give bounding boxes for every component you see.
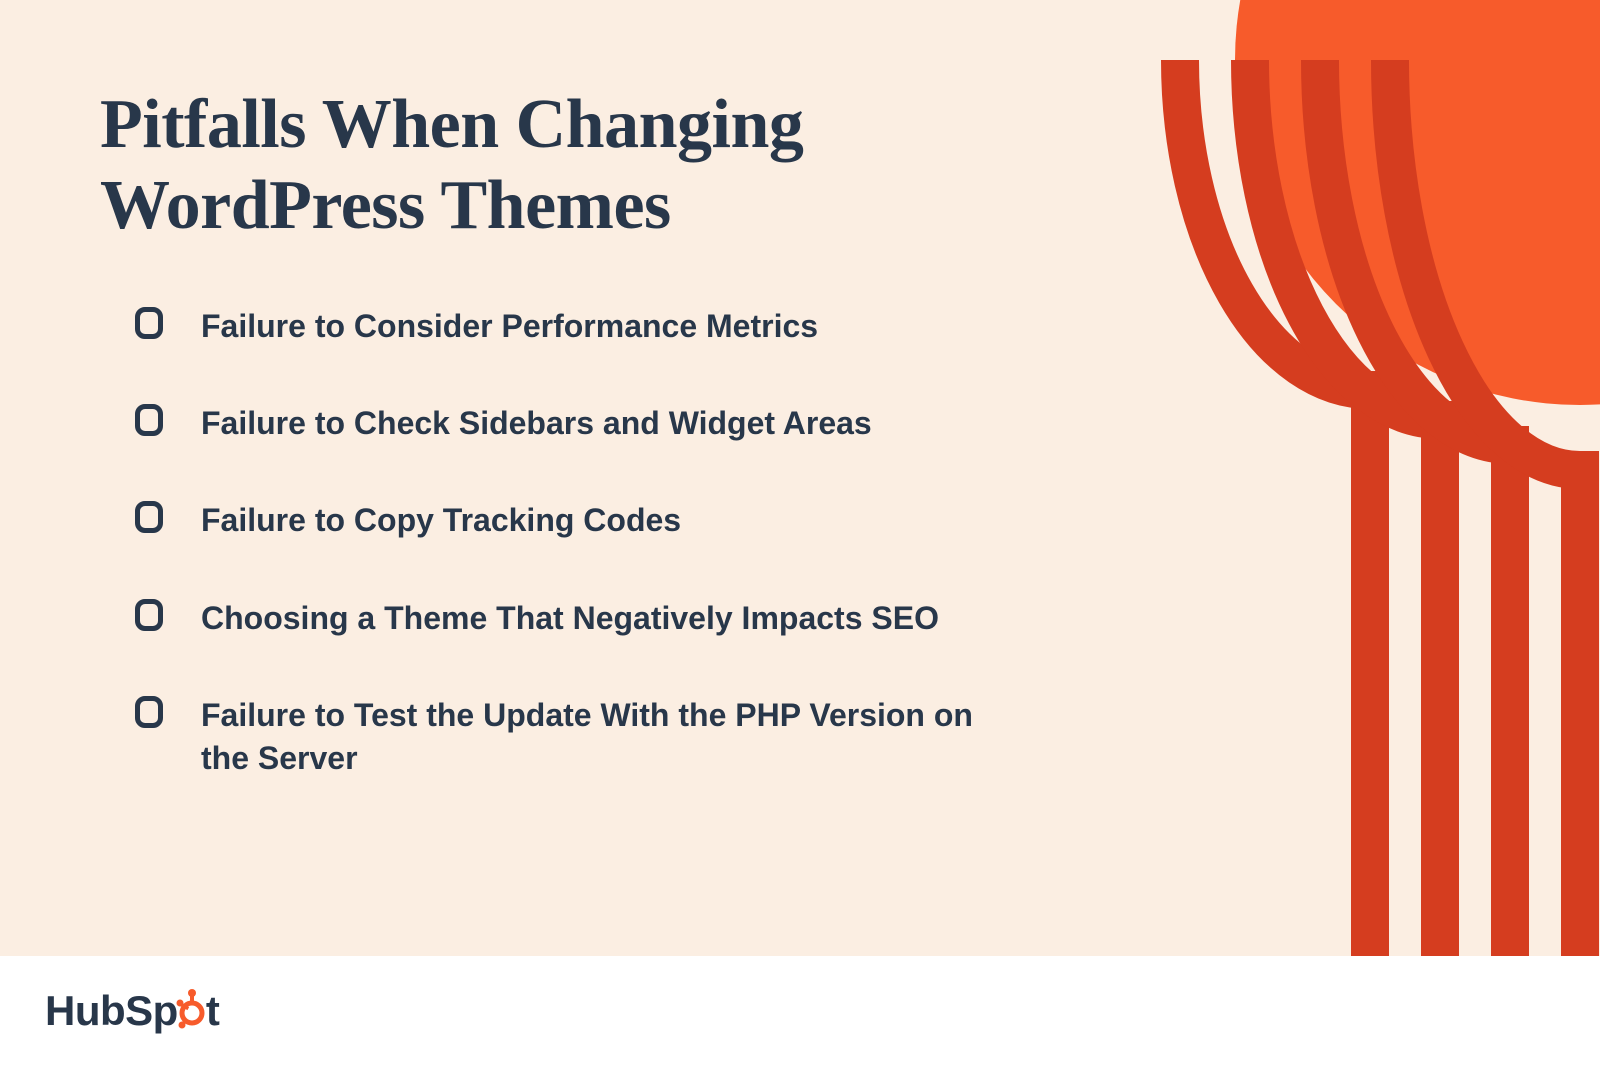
list-item-text: Failure to Consider Performance Metrics <box>201 305 818 348</box>
page-title: Pitfalls When Changing WordPress Themes <box>100 85 1000 246</box>
list-item-text: Choosing a Theme That Negatively Impacts… <box>201 597 939 640</box>
hubspot-logo: HubSp t <box>45 987 219 1035</box>
main-panel: Pitfalls When Changing WordPress Themes … <box>0 0 1600 956</box>
list-item-text: Failure to Check Sidebars and Widget Are… <box>201 402 872 445</box>
bullet-icon <box>135 501 163 533</box>
decorative-arcs <box>1060 0 1600 956</box>
logo-text-after: t <box>206 987 220 1035</box>
list-item-text: Failure to Test the Update With the PHP … <box>201 694 1005 780</box>
bullet-icon <box>135 307 163 339</box>
list-item: Failure to Copy Tracking Codes <box>135 499 1005 542</box>
list-item: Choosing a Theme That Negatively Impacts… <box>135 597 1005 640</box>
pitfall-list: Failure to Consider Performance Metrics … <box>135 305 1005 834</box>
bullet-icon <box>135 599 163 631</box>
list-item: Failure to Test the Update With the PHP … <box>135 694 1005 780</box>
bullet-icon <box>135 696 163 728</box>
footer: HubSp t <box>0 956 1600 1066</box>
bullet-icon <box>135 404 163 436</box>
logo-text-before: HubSp <box>45 987 178 1035</box>
sprocket-icon <box>176 989 208 1029</box>
list-item: Failure to Consider Performance Metrics <box>135 305 1005 348</box>
list-item: Failure to Check Sidebars and Widget Are… <box>135 402 1005 445</box>
list-item-text: Failure to Copy Tracking Codes <box>201 499 681 542</box>
